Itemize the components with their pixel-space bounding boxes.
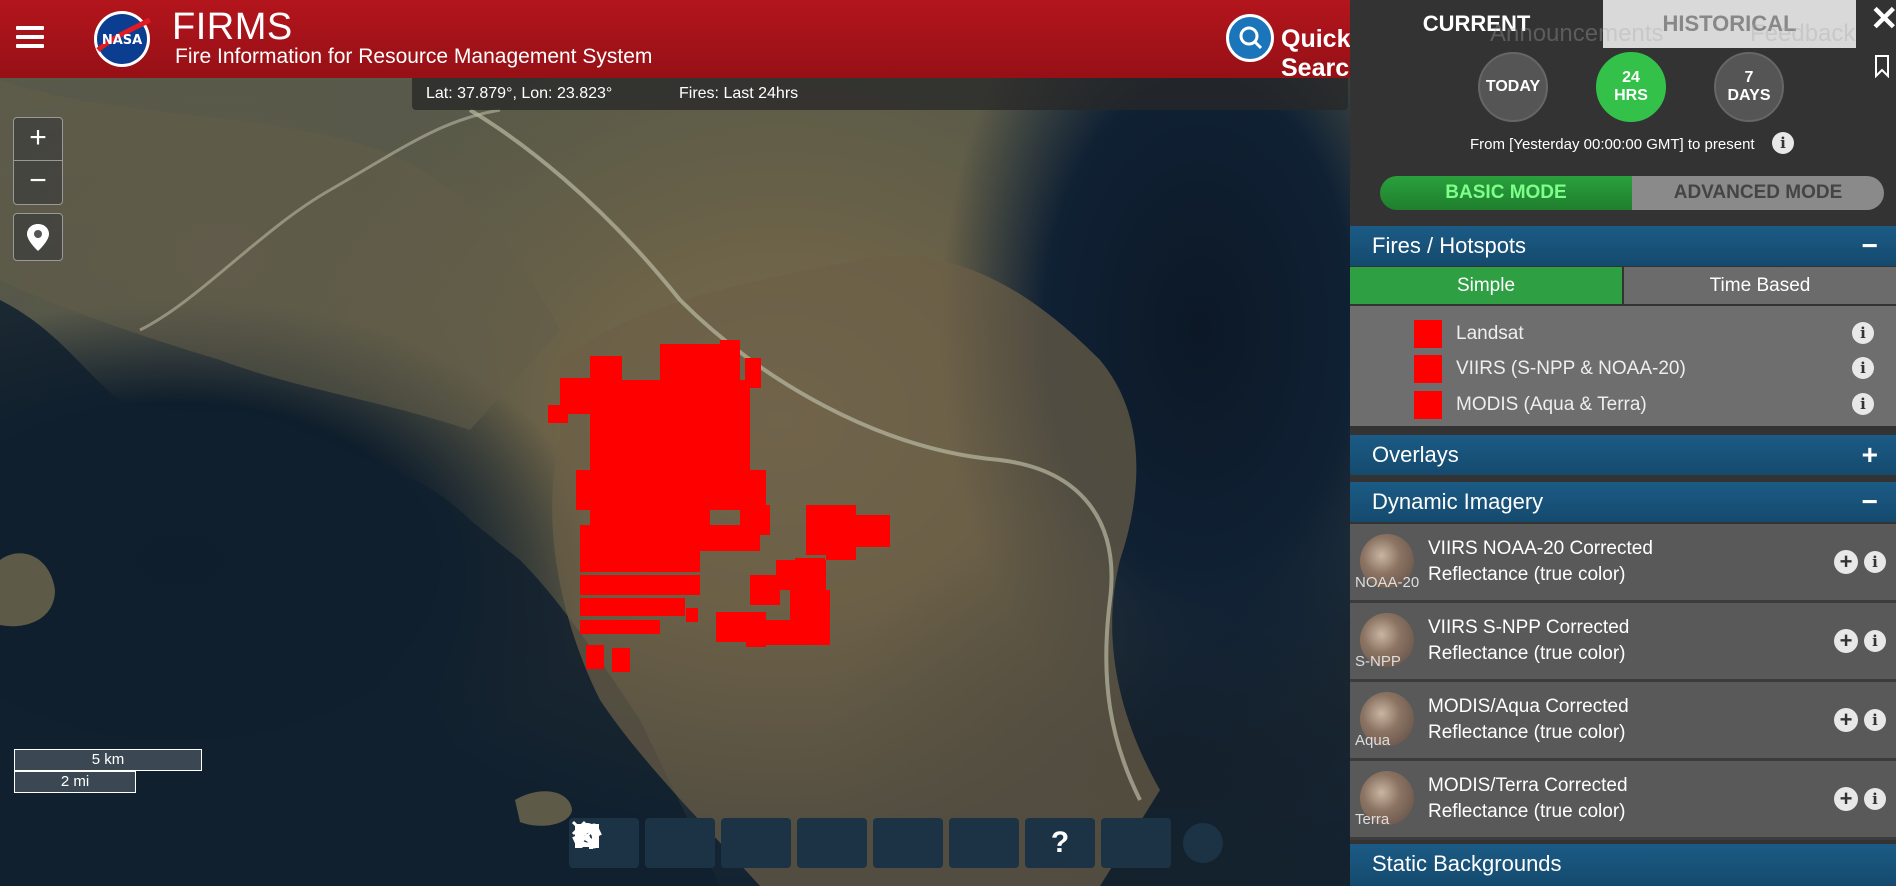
section-title: Static Backgrounds: [1372, 851, 1562, 876]
add-layer-icon[interactable]: +: [1834, 550, 1858, 574]
collapse-icon[interactable]: −: [1862, 482, 1878, 522]
close-toolbar-button[interactable]: [571, 820, 1223, 863]
add-layer-icon[interactable]: +: [1834, 629, 1858, 653]
tab-simple[interactable]: Simple: [1350, 267, 1622, 304]
info-icon[interactable]: i: [1864, 709, 1886, 731]
zoom-control: + −: [13, 117, 63, 205]
advanced-mode-button[interactable]: ADVANCED MODE: [1632, 176, 1884, 210]
time-range-text: From [Yesterday 00:00:00 GMT] to present: [1470, 136, 1755, 153]
time-range-info-icon[interactable]: i: [1772, 132, 1794, 154]
info-icon[interactable]: i: [1864, 788, 1886, 810]
layer-label: Landsat: [1456, 323, 1524, 344]
section-title: Overlays: [1372, 442, 1459, 467]
app-subtitle: Fire Information for Resource Management…: [175, 45, 653, 68]
search-icon: [1239, 26, 1263, 50]
mode-toggle: BASIC MODE ADVANCED MODE: [1380, 176, 1884, 210]
layers-panel: HISTORICAL CURRENT Announcements Feedbac…: [1350, 0, 1896, 886]
section-title: Fires / Hotspots: [1372, 233, 1527, 258]
imagery-title: MODIS/Terra Corrected Reflectance (true …: [1428, 775, 1628, 822]
section-static-backgrounds[interactable]: Static Backgrounds: [1350, 844, 1896, 886]
fires-period-readout: Fires: Last 24hrs: [679, 85, 799, 102]
hamburger-menu-icon[interactable]: [16, 26, 44, 50]
basic-mode-button[interactable]: BASIC MODE: [1380, 176, 1632, 210]
info-icon[interactable]: i: [1852, 322, 1874, 344]
thumbnail-label: Terra: [1355, 811, 1390, 828]
imagery-title: VIIRS S-NPP Corrected Reflectance (true …: [1428, 617, 1630, 664]
panel-close-button[interactable]: ✕: [1870, 2, 1896, 36]
fire-layer-list: Landsat i VIIRS (S-NPP & NOAA-20) i MODI…: [1350, 306, 1896, 426]
section-title: Dynamic Imagery: [1372, 489, 1544, 514]
map-pin-icon: [27, 224, 49, 251]
share-button[interactable]: [575, 818, 1019, 868]
section-overlays[interactable]: Overlays +: [1350, 435, 1896, 475]
map-toolbar: ?: [569, 818, 1223, 868]
period-today[interactable]: TODAY: [1478, 52, 1548, 122]
coordinates-readout: Lat: 37.879°, Lon: 23.823°: [426, 85, 613, 102]
ghost-feedback-link: Feedback: [1750, 20, 1856, 47]
svg-text:NASA: NASA: [102, 33, 142, 48]
info-icon[interactable]: i: [1852, 357, 1874, 379]
imagery-modis-aqua[interactable]: Aqua MODIS/Aqua Corrected Reflectance (t…: [1350, 682, 1896, 761]
info-icon[interactable]: i: [1864, 630, 1886, 652]
fire-swatch: [1414, 320, 1442, 348]
collapse-icon[interactable]: −: [1862, 226, 1878, 266]
scale-mi: 2 mi: [14, 771, 136, 793]
ghost-announcements-link: Announcements: [1490, 20, 1664, 47]
layers-button[interactable]: [575, 818, 791, 868]
app-header: NASA FIRMS Fire Information for Resource…: [0, 0, 1364, 82]
fullscreen-button[interactable]: [575, 818, 1171, 868]
add-layer-icon[interactable]: +: [1834, 787, 1858, 811]
fire-swatch: [1414, 355, 1442, 383]
add-layer-icon[interactable]: +: [1834, 708, 1858, 732]
layer-label: VIIRS (S-NPP & NOAA-20): [1456, 358, 1686, 379]
imagery-viirs-noaa20[interactable]: NOAA-20 VIIRS NOAA-20 Corrected Reflecta…: [1350, 524, 1896, 603]
thumbnail-label: Aqua: [1355, 732, 1391, 749]
zoom-in-button[interactable]: +: [14, 118, 62, 160]
thumbnail-label: S-NPP: [1355, 653, 1401, 670]
imagery-viirs-snpp[interactable]: S-NPP VIIRS S-NPP Corrected Reflectance …: [1350, 603, 1896, 682]
layer-label: MODIS (Aqua & Terra): [1456, 394, 1647, 415]
app-title: FIRMS: [172, 6, 293, 48]
locate-button[interactable]: [13, 213, 63, 261]
coordinates-bar: Lat: 37.879°, Lon: 23.823° Fires: Last 2…: [412, 78, 1348, 110]
quick-search-icon[interactable]: [1226, 14, 1274, 62]
period-24hrs[interactable]: 24 HRS: [1596, 52, 1666, 122]
imagery-title: MODIS/Aqua Corrected Reflectance (true c…: [1428, 696, 1629, 743]
fire-swatch: [1414, 391, 1442, 419]
info-icon[interactable]: i: [1852, 393, 1874, 415]
location-button[interactable]: [578, 818, 715, 868]
settings-button[interactable]: [575, 818, 867, 868]
scale-km: 5 km: [14, 749, 202, 771]
section-fires-hotspots[interactable]: Fires / Hotspots −: [1350, 226, 1896, 266]
close-icon: [571, 820, 587, 836]
imagery-title: VIIRS NOAA-20 Corrected Reflectance (tru…: [1428, 538, 1653, 585]
bookmark-icon[interactable]: [1874, 54, 1890, 78]
period-7days[interactable]: 7 DAYS: [1714, 52, 1784, 122]
layer-landsat[interactable]: Landsat i: [1350, 316, 1896, 350]
help-icon: ?: [1050, 826, 1070, 859]
thumbnail-label: NOAA-20: [1355, 574, 1420, 591]
expand-icon[interactable]: +: [1862, 435, 1878, 475]
zoom-out-button[interactable]: −: [14, 160, 62, 203]
layer-modis[interactable]: MODIS (Aqua & Terra) i: [1350, 387, 1896, 421]
layer-viirs[interactable]: VIIRS (S-NPP & NOAA-20) i: [1350, 351, 1896, 385]
imagery-modis-terra[interactable]: Terra MODIS/Terra Corrected Reflectance …: [1350, 761, 1896, 840]
nasa-logo: NASA: [94, 11, 152, 67]
map-background: [0, 80, 1160, 886]
help-button[interactable]: ?: [1025, 818, 1095, 868]
info-icon[interactable]: i: [1864, 551, 1886, 573]
tab-time-based[interactable]: Time Based: [1624, 267, 1896, 304]
section-dynamic-imagery[interactable]: Dynamic Imagery −: [1350, 482, 1896, 522]
snapshot-button[interactable]: [575, 818, 943, 868]
